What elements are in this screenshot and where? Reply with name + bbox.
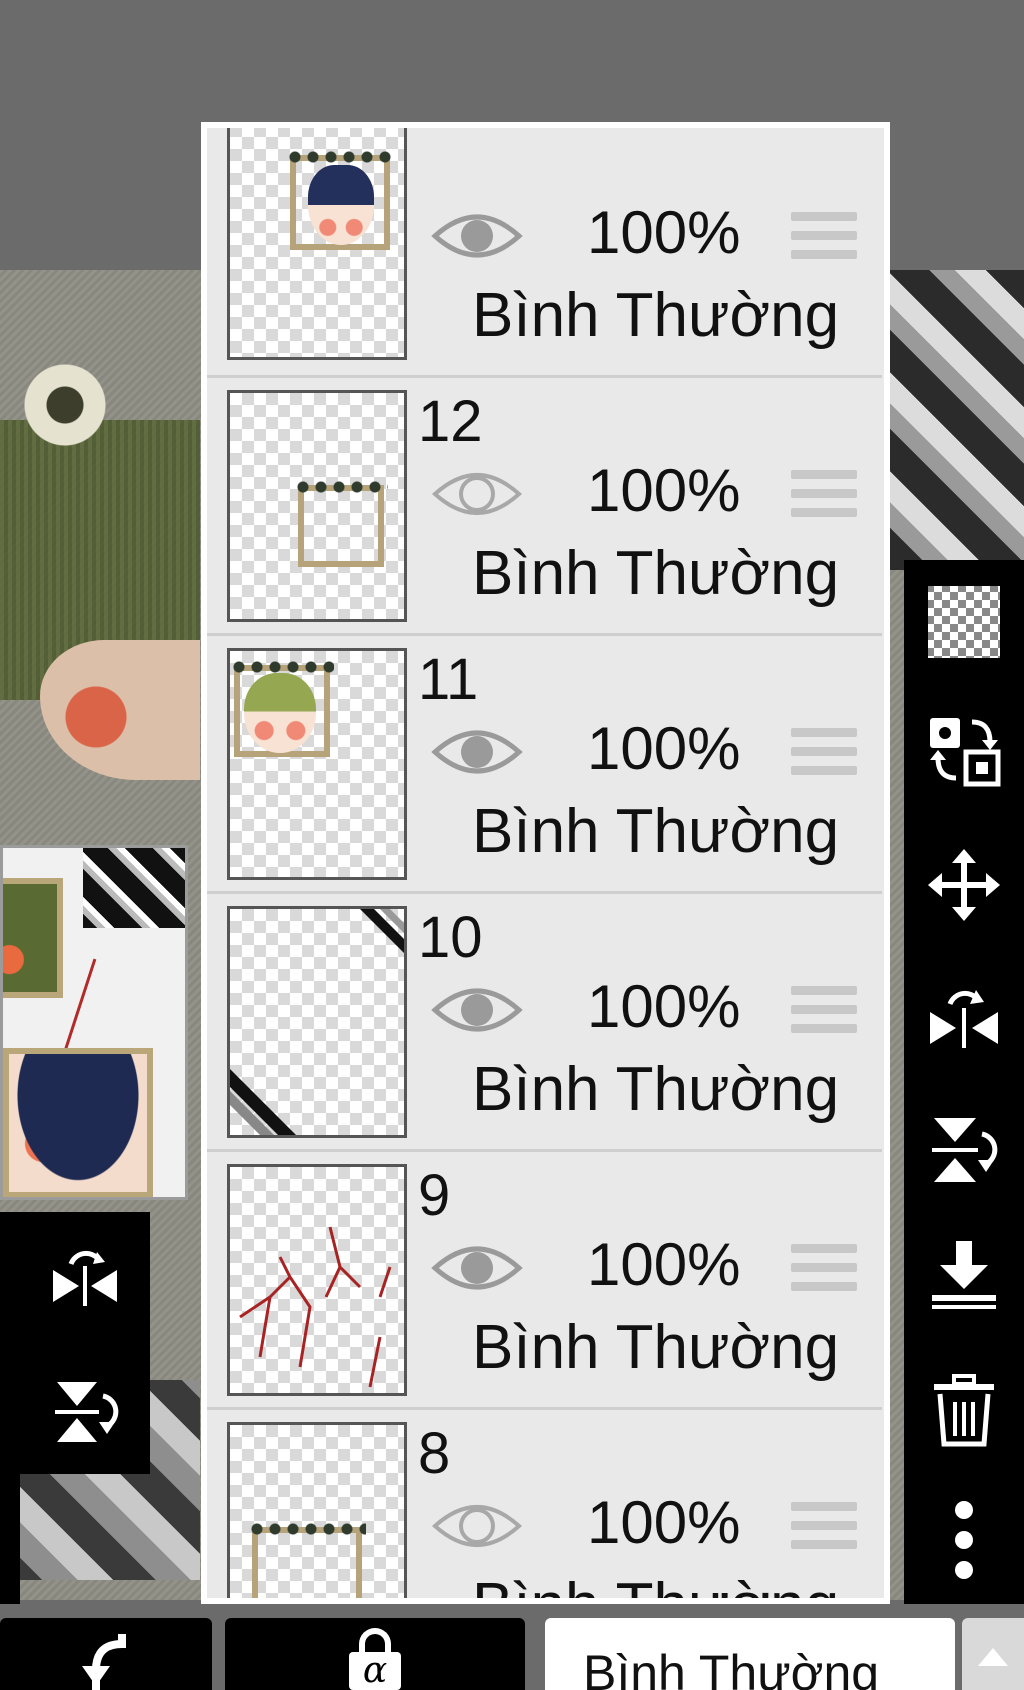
- undo-arrow-icon: [82, 1634, 126, 1690]
- bottom-bar: α Bình Thường: [0, 1604, 1024, 1690]
- layer-row[interactable]: 100% Bình Thường: [207, 128, 882, 378]
- layer-number: 11: [418, 647, 479, 712]
- layer-number: 9: [418, 1163, 451, 1228]
- preview-face-navy: [3, 1048, 153, 1197]
- layer-number: 8: [418, 1421, 451, 1486]
- thumb-face: [308, 165, 374, 245]
- trash-icon[interactable]: [924, 1370, 1004, 1450]
- layer-opacity[interactable]: 100%: [587, 456, 740, 525]
- thumb-frame: [294, 481, 388, 567]
- blend-mode-expand-button[interactable]: [962, 1618, 1024, 1690]
- right-toolbar: [904, 560, 1024, 1604]
- layer-row[interactable]: 10 100% Bình Thường: [207, 894, 882, 1152]
- layer-thumbnail[interactable]: [227, 390, 407, 622]
- flip-vertical-icon[interactable]: [924, 1110, 1004, 1190]
- layer-thumbnail[interactable]: [227, 1164, 407, 1396]
- preview-stripe: [83, 848, 185, 928]
- eye-icon[interactable]: [431, 1496, 523, 1556]
- canvas-stripes: [890, 270, 1024, 570]
- layer-blend-mode[interactable]: Bình Thường: [472, 1054, 839, 1125]
- layers-panel: 100% Bình Thường 12 100% Bình Thường 11: [201, 122, 890, 1604]
- lock-icon: α: [345, 1624, 405, 1690]
- drag-handle-icon[interactable]: [791, 212, 857, 264]
- layer-blend-mode[interactable]: Bình Thường: [472, 1312, 839, 1383]
- flip-vertical-icon[interactable]: [45, 1372, 125, 1452]
- thumb-face: [244, 673, 316, 753]
- flip-horizontal-icon[interactable]: [924, 980, 1004, 1060]
- drag-handle-icon[interactable]: [791, 728, 857, 780]
- thumb-branches: [239, 1226, 392, 1388]
- move-icon[interactable]: [924, 845, 1004, 925]
- blend-mode-selector[interactable]: Bình Thường: [545, 1618, 955, 1690]
- eye-icon[interactable]: [431, 980, 523, 1040]
- chevron-up-icon: [978, 1648, 1008, 1666]
- layer-thumbnail[interactable]: [227, 1422, 407, 1598]
- layer-number: 10: [418, 905, 483, 970]
- merge-down-icon[interactable]: [924, 1235, 1004, 1315]
- layer-opacity[interactable]: 100%: [587, 1230, 740, 1299]
- preview-face-green: [3, 878, 63, 998]
- canvas-preview[interactable]: [0, 845, 188, 1200]
- eye-icon[interactable]: [431, 1238, 523, 1298]
- alpha-lock-label: α: [349, 1652, 401, 1690]
- layer-opacity[interactable]: 100%: [587, 972, 740, 1041]
- drag-handle-icon[interactable]: [791, 986, 857, 1038]
- layer-row[interactable]: 9 100% Bình Thường: [207, 1152, 882, 1410]
- undo-button[interactable]: [0, 1618, 212, 1690]
- layer-blend-mode[interactable]: Bình Thường: [472, 280, 839, 351]
- layer-blend-mode[interactable]: Bình Thường: [472, 1570, 839, 1598]
- canvas-flower: [10, 360, 120, 450]
- layer-blend-mode[interactable]: Bình Thường: [472, 796, 839, 867]
- thumb-frame: [248, 1523, 366, 1598]
- layer-opacity[interactable]: 100%: [587, 1488, 740, 1557]
- drag-handle-icon[interactable]: [791, 1244, 857, 1296]
- drag-handle-icon[interactable]: [791, 1502, 857, 1554]
- layer-blend-mode[interactable]: Bình Thường: [472, 538, 839, 609]
- layer-opacity[interactable]: 100%: [587, 198, 740, 267]
- layers-list[interactable]: 100% Bình Thường 12 100% Bình Thường 11: [207, 128, 884, 1598]
- more-vertical-icon[interactable]: [924, 1500, 1004, 1580]
- alpha-lock-button[interactable]: α: [225, 1618, 525, 1690]
- thumb-stripes: [230, 909, 404, 1135]
- eye-icon[interactable]: [431, 464, 523, 524]
- layer-row[interactable]: 12 100% Bình Thường: [207, 378, 882, 636]
- layer-thumbnail[interactable]: [227, 128, 407, 360]
- layer-opacity[interactable]: 100%: [587, 714, 740, 783]
- layer-thumbnail[interactable]: [227, 648, 407, 880]
- eye-icon[interactable]: [431, 722, 523, 782]
- layer-row[interactable]: 11 100% Bình Thường: [207, 636, 882, 894]
- eye-icon[interactable]: [431, 206, 523, 266]
- swap-layer-icon[interactable]: [924, 710, 1004, 790]
- layer-number: 12: [418, 389, 483, 454]
- transparent-layer-icon[interactable]: [924, 582, 1004, 662]
- left-toolbar: [0, 1212, 150, 1604]
- layer-row[interactable]: 8 100% Bình Thường: [207, 1410, 882, 1598]
- drag-handle-icon[interactable]: [791, 470, 857, 522]
- layer-thumbnail[interactable]: [227, 906, 407, 1138]
- flip-horizontal-icon[interactable]: [45, 1242, 125, 1322]
